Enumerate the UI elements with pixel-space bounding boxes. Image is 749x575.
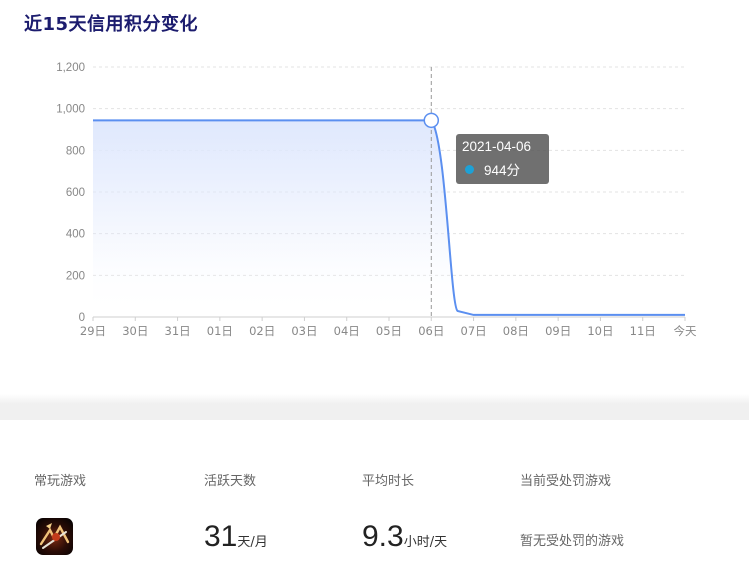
x-tick-label: 30日	[122, 324, 148, 338]
avg-duration-label: 平均时长	[362, 474, 415, 489]
stats-panel: 常玩游戏 活跃天数 平均时长 当前受处罚游戏 31天/月 9.3小时/天 暂无受…	[0, 420, 749, 575]
active-days-unit: 天/月	[237, 535, 268, 550]
no-penalty-text: 暂无受处罚的游戏	[520, 534, 625, 549]
avg-duration-value: 9.3小时/天	[362, 517, 447, 563]
y-tick-label: 1,000	[56, 104, 85, 116]
y-tick-label: 600	[66, 187, 85, 199]
active-days-value: 31天/月	[204, 517, 268, 563]
x-tick-label: 02日	[249, 324, 275, 338]
x-tick-label: 31日	[165, 324, 191, 338]
tooltip-date: 2021-04-06	[462, 139, 532, 154]
y-tick-label: 400	[66, 229, 85, 241]
credit-chart-card: 近15天信用积分变化 0 200 400 600 800 1,000 1,200 29日 30日…	[0, 0, 749, 404]
y-tick-label: 200	[66, 270, 85, 282]
avg-duration-number: 9.3	[362, 520, 404, 553]
x-tick-label: 08日	[503, 324, 529, 338]
x-tick-label: 01日	[207, 324, 233, 338]
x-tick-label: 10日	[587, 324, 613, 338]
avg-duration-unit: 小时/天	[403, 535, 448, 550]
y-tick-label: 800	[66, 145, 85, 157]
tooltip-series-dot	[465, 164, 474, 174]
chart-tooltip: 2021-04-06 944分	[456, 134, 549, 184]
tooltip-value: 944分	[484, 163, 521, 178]
series-area	[93, 120, 685, 317]
y-tick-label: 1,200	[56, 62, 85, 74]
game-app-icon[interactable]	[36, 518, 73, 555]
penalized-games-label: 当前受处罚游戏	[520, 474, 612, 489]
x-tick-label: 11日	[630, 324, 656, 338]
y-tick-label: 0	[79, 312, 85, 324]
x-tick-label: 07日	[461, 324, 487, 338]
x-tick-label: 09日	[545, 324, 571, 338]
x-tick-label: 05日	[376, 324, 402, 338]
x-tick-label: 29日	[80, 324, 106, 338]
section-divider	[0, 394, 749, 420]
credit-score-chart[interactable]: 0 200 400 600 800 1,000 1,200 29日 30日 31日 01日 02日 03…	[0, 0, 749, 404]
x-tick-label: 06日	[418, 324, 444, 338]
x-tick-label: 03日	[291, 324, 317, 338]
x-tick-label: 04日	[334, 324, 360, 338]
frequent-games-label: 常玩游戏	[34, 474, 87, 489]
hover-point	[423, 112, 440, 129]
x-tick-label: 今天	[674, 324, 697, 338]
active-days-label: 活跃天数	[204, 474, 257, 489]
active-days-number: 31	[204, 520, 238, 553]
